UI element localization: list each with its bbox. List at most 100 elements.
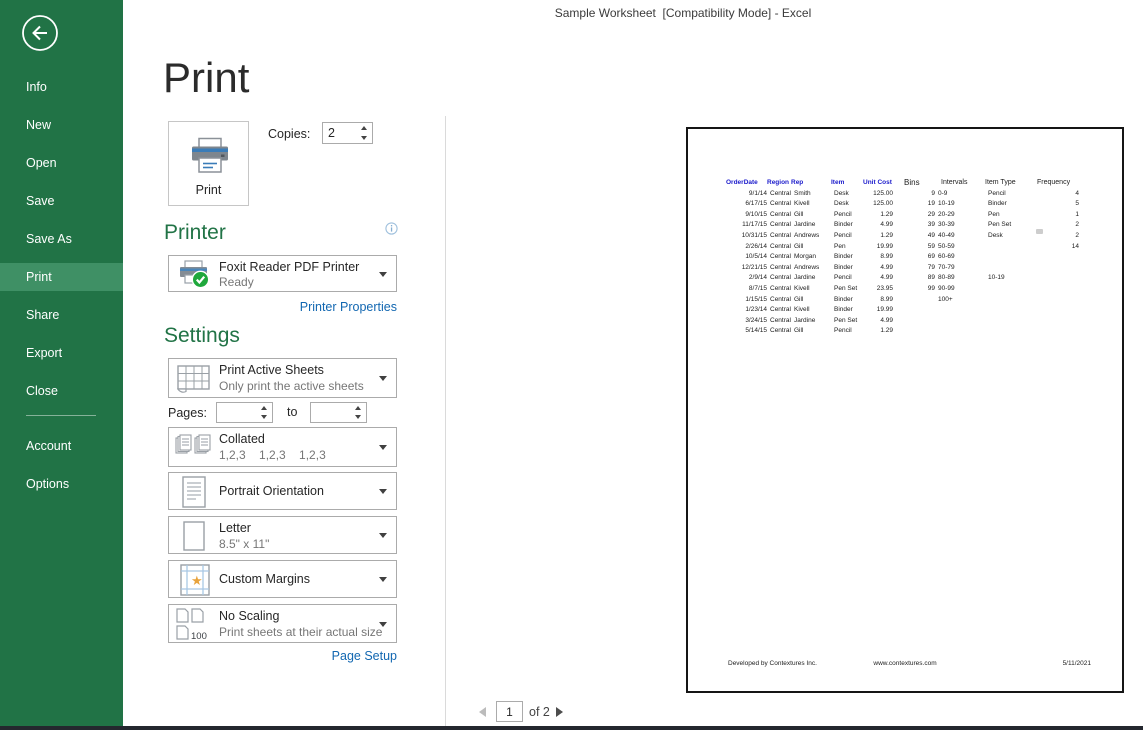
page-count-label: of 2 bbox=[529, 705, 550, 719]
paper-size-select[interactable]: Letter 8.5" x 11" bbox=[168, 516, 397, 554]
preview-table-cell: Binder bbox=[831, 295, 863, 306]
scaling-select[interactable]: 100 No Scaling Print sheets at their act… bbox=[168, 604, 397, 643]
copies-input[interactable] bbox=[323, 123, 357, 143]
svg-text:100: 100 bbox=[191, 631, 207, 642]
preview-table-cell: 80-89 bbox=[935, 273, 985, 284]
preview-table-cell: Central bbox=[767, 263, 791, 274]
orientation-select[interactable]: Portrait Orientation bbox=[168, 472, 397, 510]
print-what-select[interactable]: Print Active Sheets Only print the activ… bbox=[168, 358, 397, 398]
preview-table-cell: 90-99 bbox=[935, 284, 985, 295]
preview-table-cell: 40-49 bbox=[935, 231, 985, 242]
pages-from-stepper bbox=[216, 402, 273, 423]
preview-table-cell: 2/9/14 bbox=[726, 273, 767, 284]
preview-table-cell: Jardine bbox=[791, 220, 831, 231]
chevron-down-icon bbox=[379, 533, 387, 538]
preview-table-cell: Gill bbox=[791, 326, 831, 337]
preview-table-cell: 0-9 bbox=[935, 189, 985, 200]
page-number-input[interactable] bbox=[497, 702, 522, 721]
preview-table-cell bbox=[935, 305, 985, 316]
preview-table-row: 1/15/15CentralGillBinder8.99100+ bbox=[726, 295, 1079, 306]
preview-table-cell: Gill bbox=[791, 210, 831, 221]
preview-table-cell: Central bbox=[767, 210, 791, 221]
sidebar-item-save[interactable]: Save bbox=[0, 187, 123, 215]
orientation-label: Portrait Orientation bbox=[219, 484, 324, 498]
printer-section-heading: Printer bbox=[164, 221, 226, 245]
print-what-sublabel: Only print the active sheets bbox=[219, 379, 364, 393]
preview-table-cell bbox=[985, 295, 1037, 306]
preview-table-cell: Central bbox=[767, 273, 791, 284]
sidebar-item-open[interactable]: Open bbox=[0, 149, 123, 177]
sidebar-item-export[interactable]: Export bbox=[0, 339, 123, 367]
no-scaling-icon: 100 bbox=[175, 608, 213, 647]
preview-table-cell: 70-79 bbox=[935, 263, 985, 274]
chevron-down-icon bbox=[379, 622, 387, 627]
sidebar-item-close[interactable]: Close bbox=[0, 377, 123, 405]
margins-select[interactable]: ★ Custom Margins bbox=[168, 560, 397, 598]
preview-column-header: Bins bbox=[893, 178, 935, 189]
panel-divider bbox=[445, 116, 446, 727]
preview-table-cell: 60-69 bbox=[935, 252, 985, 263]
pages-to-decrement-button[interactable] bbox=[351, 413, 365, 423]
pages-from-decrement-button[interactable] bbox=[257, 413, 271, 423]
sidebar-item-print[interactable]: Print bbox=[0, 263, 123, 291]
sidebar-item-share[interactable]: Share bbox=[0, 301, 123, 329]
preview-table-cell: 2 bbox=[1037, 231, 1079, 242]
preview-table-cell: 8/7/15 bbox=[726, 284, 767, 295]
preview-table-row: 11/17/15CentralJardineBinder4.993930-39P… bbox=[726, 220, 1079, 231]
preview-footer-center: www.contextures.com bbox=[688, 660, 1122, 667]
preview-table-cell: 19.99 bbox=[863, 305, 893, 316]
collated-icon bbox=[175, 434, 213, 467]
bottom-edge-strip bbox=[0, 726, 1143, 730]
preview-table-cell: 69 bbox=[893, 252, 935, 263]
pages-to-input[interactable] bbox=[311, 403, 351, 422]
pages-from-increment-button[interactable] bbox=[257, 403, 271, 413]
next-page-button[interactable] bbox=[556, 707, 563, 717]
preview-table-cell: Gill bbox=[791, 295, 831, 306]
preview-table-cell: Jardine bbox=[791, 316, 831, 327]
preview-table-cell bbox=[985, 242, 1037, 253]
preview-table-row: 5/14/15CentralGillPencil1.29 bbox=[726, 326, 1079, 337]
previous-page-button[interactable] bbox=[479, 707, 486, 717]
print-button[interactable]: Print bbox=[168, 121, 249, 206]
info-icon[interactable] bbox=[385, 222, 398, 240]
copies-increment-button[interactable] bbox=[357, 123, 371, 133]
preview-table-cell: Morgan bbox=[791, 252, 831, 263]
preview-table-cell: 23.95 bbox=[863, 284, 893, 295]
printer-select[interactable]: Foxit Reader PDF Printer Ready bbox=[168, 255, 397, 292]
pages-to-increment-button[interactable] bbox=[351, 403, 365, 413]
preview-table-cell: Central bbox=[767, 316, 791, 327]
sidebar-item-info[interactable]: Info bbox=[0, 73, 123, 101]
preview-table-cell: 39 bbox=[893, 220, 935, 231]
preview-table-cell: 19 bbox=[893, 199, 935, 210]
preview-table-cell bbox=[893, 316, 935, 327]
pages-from-input[interactable] bbox=[217, 403, 257, 422]
copies-decrement-button[interactable] bbox=[357, 133, 371, 143]
sidebar-item-new[interactable]: New bbox=[0, 111, 123, 139]
preview-table-cell bbox=[985, 316, 1037, 327]
preview-table-row: 12/21/15CentralAndrewsBinder4.997970-79 bbox=[726, 263, 1079, 274]
paper-size-label: Letter bbox=[219, 521, 251, 535]
preview-table-cell: 4.99 bbox=[863, 273, 893, 284]
preview-table-cell bbox=[893, 295, 935, 306]
sidebar-item-options[interactable]: Options bbox=[0, 470, 123, 498]
preview-table-cell: Binder bbox=[831, 220, 863, 231]
preview-table-cell: Desk bbox=[831, 189, 863, 200]
preview-table-cell: Central bbox=[767, 242, 791, 253]
sidebar-item-account[interactable]: Account bbox=[0, 432, 123, 460]
printer-properties-link[interactable]: Printer Properties bbox=[168, 300, 397, 314]
print-preview-page: OrderDateRegionRepItemUnit CostBinsInter… bbox=[686, 127, 1124, 693]
preview-table-cell: Pencil bbox=[831, 273, 863, 284]
scaling-sublabel: Print sheets at their actual size bbox=[219, 625, 382, 639]
letter-page-icon bbox=[183, 521, 205, 556]
page-setup-link[interactable]: Page Setup bbox=[168, 649, 397, 663]
preview-table-cell: Desk bbox=[985, 231, 1037, 242]
preview-table: OrderDateRegionRepItemUnit CostBinsInter… bbox=[726, 178, 1079, 337]
back-button[interactable] bbox=[21, 14, 59, 52]
pages-to-stepper bbox=[310, 402, 367, 423]
star-glyph: ★ bbox=[191, 573, 203, 588]
preview-table-cell bbox=[1037, 295, 1079, 306]
preview-column-header: Item bbox=[831, 178, 863, 189]
sidebar-item-save-as[interactable]: Save As bbox=[0, 225, 123, 253]
preview-table-cell: 50-59 bbox=[935, 242, 985, 253]
collation-select[interactable]: Collated 1,2,3 1,2,3 1,2,3 bbox=[168, 427, 397, 467]
